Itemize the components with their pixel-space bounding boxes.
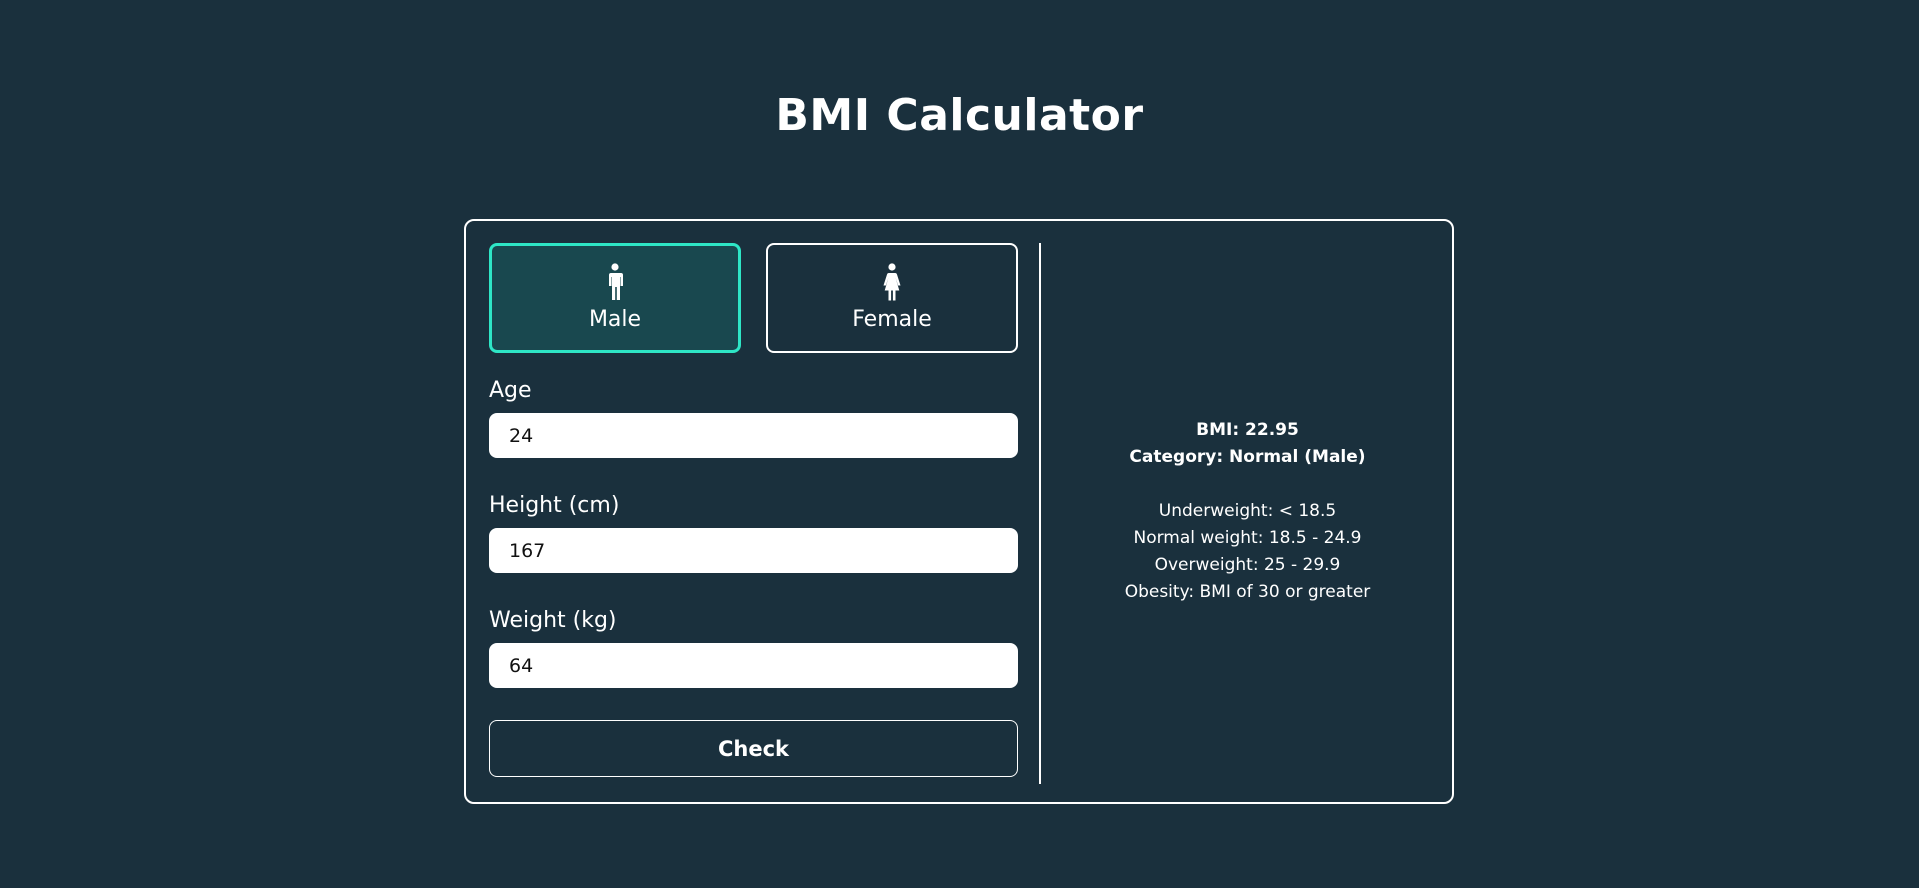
male-icon (609, 263, 623, 300)
male-label: Male (588, 307, 642, 332)
age-field: Age (489, 377, 1018, 458)
bmi-value: BMI: 22.95 (1196, 420, 1299, 440)
result-panel: BMI: 22.95 Category: Normal (Male) Under… (1041, 221, 1454, 802)
range-normal: Normal weight: 18.5 - 24.9 (1133, 528, 1362, 548)
bmi-category: Category: Normal (Male) (1129, 447, 1366, 467)
female-icon (883, 263, 901, 301)
input-panel: Male Female Age Height (cm) (489, 243, 1018, 777)
check-button[interactable]: Check (489, 720, 1018, 777)
gender-selector: Male Female (489, 243, 1018, 353)
height-input[interactable] (489, 528, 1018, 573)
range-underweight: Underweight: < 18.5 (1158, 501, 1337, 521)
weight-label: Weight (kg) (489, 608, 617, 633)
age-input[interactable] (489, 413, 1018, 458)
female-button[interactable]: Female (766, 243, 1018, 353)
range-obesity: Obesity: BMI of 30 or greater (1124, 582, 1371, 602)
male-button[interactable]: Male (489, 243, 741, 353)
weight-input[interactable] (489, 643, 1018, 688)
weight-field: Weight (kg) (489, 607, 1018, 688)
height-field: Height (cm) (489, 492, 1018, 573)
bmi-calculator-page: BMI Calculator Male Female Age 24 Height… (0, 0, 1919, 888)
page-title: BMI Calculator (775, 90, 1144, 141)
height-label: Height (cm) (489, 493, 620, 518)
female-label: Female (852, 307, 932, 332)
age-label: Age (489, 378, 532, 403)
calculator-card: Male Female Age Height (cm) (464, 219, 1454, 804)
range-overweight: Overweight: 25 - 29.9 (1154, 555, 1341, 575)
